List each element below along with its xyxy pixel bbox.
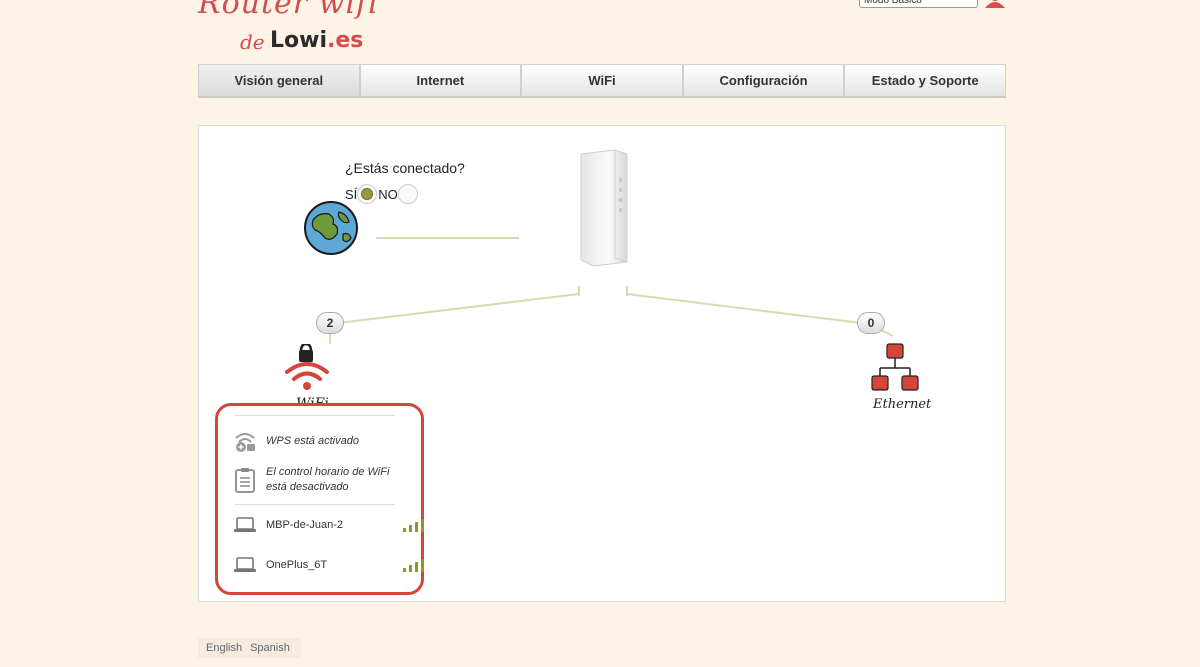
tab-internet[interactable]: Internet [359,64,522,98]
network-overview-panel: ¿Estás conectado? SÍ NO 2 0 Ethernet WPS… [198,125,1006,602]
logo-brand: Lowi.es [270,28,363,53]
yes-radio[interactable] [357,184,378,204]
mode-select[interactable]: Modo Básico [859,0,978,8]
wps-icon [235,433,255,452]
logo-de-text: de [240,30,265,54]
wps-status-text: WPS está activado [266,434,359,447]
no-radio[interactable] [397,184,418,204]
device-row[interactable]: MBP-de-Juan-2 [234,517,424,533]
logo-script-text: Router wifi [198,0,379,21]
device-row[interactable]: OnePlus_6T [234,557,424,573]
tab-estado-soporte[interactable]: Estado y Soporte [844,64,1006,98]
main-nav-tabs: Visión general Internet WiFi Configuraci… [198,64,1006,98]
wifi-count-badge: 2 [316,312,344,334]
device-name: MBP-de-Juan-2 [266,518,344,531]
internet-globe-icon[interactable] [303,200,359,256]
wps-status-row[interactable]: WPS está activado [234,430,359,452]
ethernet-count-badge: 0 [857,312,885,334]
device-name: OnePlus_6T [266,558,328,571]
tab-configuracion[interactable]: Configuración [682,64,845,98]
laptop-icon [234,557,256,572]
wifi-schedule-text: El control horario de WiFi está desactiva… [266,465,389,495]
logo-brand-tld: .es [327,28,364,53]
tab-vision-general[interactable]: Visión general [198,64,360,98]
ethernet-label: Ethernet [873,397,932,412]
ethernet-network-icon[interactable] [870,342,920,394]
wifi-schedule-line2: está desactivado [266,481,349,493]
connected-question: ¿Estás conectado? [345,160,465,176]
language-spanish[interactable]: Spanish [250,642,290,654]
language-english[interactable]: English [206,642,242,654]
radio-selected-dot [361,188,374,200]
wifi-details-box: WPS está activado El control horario de … [215,403,424,595]
user-icon[interactable] [984,0,1006,8]
logo-brand-name: Lowi [270,28,327,53]
wifi-lock-icon[interactable] [285,344,329,392]
router-device-icon[interactable] [575,148,633,268]
tab-wifi[interactable]: WiFi [521,64,683,98]
signal-strength-icon [403,559,424,572]
divider [235,415,395,416]
language-selector: English Spanish [198,638,301,658]
no-label: NO [378,186,398,202]
wifi-schedule-row[interactable]: El control horario de WiFi está desactiva… [234,465,389,495]
clipboard-icon [235,468,255,493]
divider [235,504,395,505]
wifi-schedule-line1: El control horario de WiFi [266,466,390,478]
laptop-icon [234,517,256,532]
signal-strength-icon [403,519,424,532]
